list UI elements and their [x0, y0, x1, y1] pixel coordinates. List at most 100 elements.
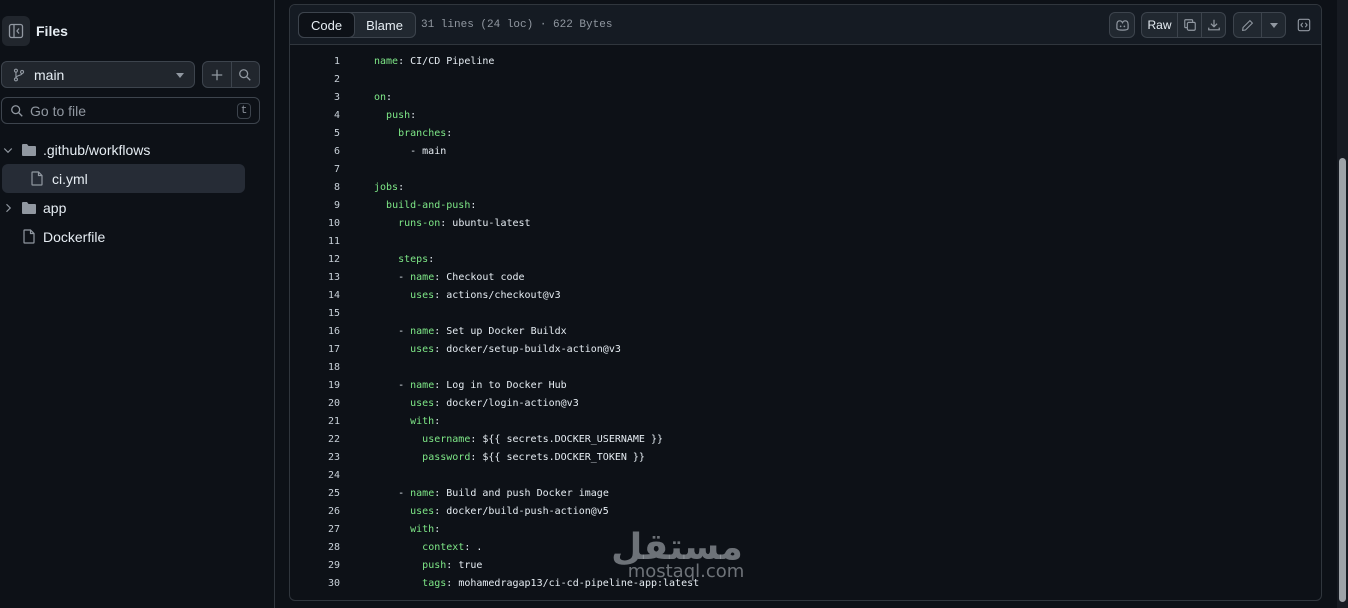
chevron-right-icon[interactable] — [0, 202, 16, 214]
copy-icon — [1183, 19, 1196, 31]
go-to-file-field[interactable]: t — [1, 97, 260, 124]
yaml-separator: : — [434, 524, 441, 535]
line-number[interactable]: 7 — [310, 161, 340, 179]
line-number[interactable]: 21 — [310, 413, 340, 431]
line-number[interactable]: 12 — [310, 251, 340, 269]
code-line: 30 tags: mohamedragap13/ci-cd-pipeline-a… — [290, 575, 1321, 593]
copilot-button[interactable] — [1109, 12, 1135, 38]
edit-options-dropdown[interactable] — [1261, 13, 1285, 37]
line-number[interactable]: 15 — [310, 305, 340, 323]
yaml-key: name — [410, 326, 435, 337]
line-number[interactable]: 11 — [310, 233, 340, 251]
line-number[interactable]: 19 — [310, 377, 340, 395]
line-number[interactable]: 9 — [310, 197, 340, 215]
list-marker: - — [398, 272, 411, 283]
line-number[interactable]: 10 — [310, 215, 340, 233]
yaml-value: Checkout code — [446, 272, 525, 283]
chevron-down-icon[interactable] — [0, 144, 16, 156]
line-number[interactable]: 25 — [310, 485, 340, 503]
line-content: uses: docker/build-push-action@v5 — [374, 503, 609, 521]
line-number[interactable]: 27 — [310, 521, 340, 539]
line-content: name: CI/CD Pipeline — [374, 53, 494, 71]
line-number[interactable]: 23 — [310, 449, 340, 467]
line-number[interactable]: 20 — [310, 395, 340, 413]
branch-selector-button[interactable]: main — [1, 61, 195, 88]
code-line: 7 — [290, 161, 1321, 179]
code-line: 20 uses: docker/login-action@v3 — [290, 395, 1321, 413]
line-number[interactable]: 8 — [310, 179, 340, 197]
line-number[interactable]: 13 — [310, 269, 340, 287]
watermark: مستقل mostaql.com — [592, 528, 762, 582]
line-number[interactable]: 2 — [310, 71, 340, 89]
yaml-separator: : — [386, 92, 393, 103]
line-number[interactable]: 14 — [310, 287, 340, 305]
line-number[interactable]: 29 — [310, 557, 340, 575]
copilot-icon — [1115, 20, 1129, 31]
code-line: 4 push: — [290, 107, 1321, 125]
yaml-separator: : — [446, 560, 459, 571]
line-number[interactable]: 17 — [310, 341, 340, 359]
line-number[interactable]: 28 — [310, 539, 340, 557]
line-number[interactable]: 30 — [310, 575, 340, 593]
tree-item-dockerfile[interactable]: Dockerfile — [0, 222, 260, 251]
yaml-value: docker/build-push-action@v5 — [446, 506, 609, 517]
tab-blame[interactable]: Blame — [354, 13, 415, 37]
line-content: branches: — [374, 125, 452, 143]
yaml-key: name — [410, 272, 435, 283]
line-number[interactable]: 3 — [310, 89, 340, 107]
tree-item-ci-yml[interactable]: ci.yml — [2, 164, 245, 193]
collapse-sidebar-button[interactable] — [2, 16, 30, 46]
search-code-button[interactable] — [230, 62, 260, 87]
line-number[interactable]: 26 — [310, 503, 340, 521]
file-toolbar: Code Blame 31 lines (24 loc) · 622 Bytes… — [290, 5, 1321, 45]
tree-item-github-workflows[interactable]: .github/workflows — [0, 135, 260, 164]
code-line: 28 context: . — [290, 539, 1321, 557]
edit-file-button[interactable] — [1234, 13, 1261, 37]
line-number[interactable]: 4 — [310, 107, 340, 125]
yaml-separator: : — [398, 56, 411, 67]
code-line: 19 - name: Log in to Docker Hub — [290, 377, 1321, 395]
line-number[interactable]: 18 — [310, 359, 340, 377]
code-line: 6 - main — [290, 143, 1321, 161]
yaml-key: jobs — [374, 182, 399, 193]
line-content: - name: Build and push Docker image — [374, 485, 609, 503]
copy-button[interactable] — [1177, 13, 1201, 37]
code-line: 26 uses: docker/build-push-action@v5 — [290, 503, 1321, 521]
line-content: username: ${{ secrets.DOCKER_USERNAME }} — [374, 431, 663, 449]
scrollbar-thumb[interactable] — [1339, 158, 1346, 602]
tab-code[interactable]: Code — [298, 12, 356, 38]
symbols-panel-button[interactable] — [1294, 12, 1314, 38]
line-number[interactable]: 6 — [310, 143, 340, 161]
line-number[interactable]: 22 — [310, 431, 340, 449]
go-to-file-input[interactable] — [30, 102, 220, 119]
raw-button[interactable]: Raw — [1142, 13, 1177, 37]
tree-item-app[interactable]: app — [0, 193, 260, 222]
yaml-value: docker/setup-buildx-action@v3 — [446, 344, 621, 355]
line-number[interactable]: 16 — [310, 323, 340, 341]
code-line: 9 build-and-push: — [290, 197, 1321, 215]
download-button[interactable] — [1201, 13, 1225, 37]
yaml-key: push — [386, 110, 411, 121]
line-number[interactable]: 5 — [310, 125, 340, 143]
line-number[interactable]: 24 — [310, 467, 340, 485]
yaml-separator: : — [470, 452, 483, 463]
add-file-button[interactable] — [203, 62, 231, 87]
yaml-value: Log in to Docker Hub — [446, 380, 567, 391]
page-scrollbar[interactable] — [1337, 0, 1348, 608]
code-line: 10 runs-on: ubuntu-latest — [290, 215, 1321, 233]
yaml-separator: : — [434, 398, 447, 409]
yaml-value: docker/login-action@v3 — [446, 398, 579, 409]
yaml-separator: : — [434, 272, 447, 283]
yaml-value: ${{ secrets.DOCKER_USERNAME }} — [482, 434, 664, 445]
folder-icon — [21, 201, 37, 215]
line-number[interactable]: 1 — [310, 53, 340, 71]
file-viewer: Code Blame 31 lines (24 loc) · 622 Bytes… — [289, 4, 1322, 601]
yaml-separator: : — [398, 182, 405, 193]
